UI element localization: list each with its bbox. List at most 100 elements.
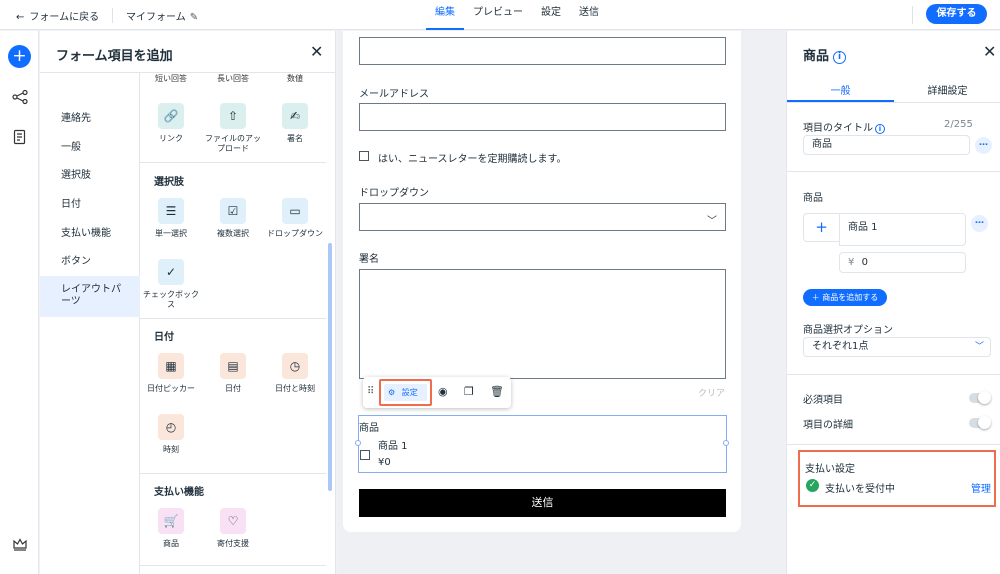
text-field[interactable] bbox=[359, 37, 726, 65]
category-payment[interactable]: 支払い機能 bbox=[40, 228, 140, 240]
more-actions-icon[interactable]: … bbox=[975, 137, 992, 154]
details-label: 項目の詳細 bbox=[803, 420, 853, 431]
divider bbox=[140, 565, 326, 566]
category-general[interactable]: 一般 bbox=[40, 142, 140, 154]
details-toggle[interactable] bbox=[969, 416, 991, 429]
category-date[interactable]: 日付 bbox=[40, 199, 140, 211]
info-icon[interactable]: i bbox=[833, 51, 847, 64]
tab-edit[interactable]: 編集 bbox=[426, 0, 464, 30]
clear-button[interactable]: クリア bbox=[698, 386, 725, 399]
eye-icon[interactable]: ◉ bbox=[438, 385, 448, 398]
item-single-choice[interactable]: ☰ 単一選択 bbox=[143, 198, 199, 239]
divider bbox=[787, 171, 1000, 172]
close-icon[interactable]: ✕ bbox=[310, 42, 323, 61]
duplicate-icon[interactable]: ❐ bbox=[464, 385, 474, 398]
selection-option-value: それぞれ1点 bbox=[812, 341, 869, 352]
field-title-input[interactable]: 商品 bbox=[803, 135, 970, 155]
dropdown-select[interactable]: ﹀ bbox=[359, 203, 726, 231]
item-checkbox[interactable]: ✓ チェックボックス bbox=[143, 259, 199, 310]
item-label: 署名 bbox=[287, 134, 303, 143]
item-product[interactable]: 🛒 商品 bbox=[143, 508, 199, 549]
form-canvas: メールアドレス はい、ニュースレターを定期購読します。 ドロップダウン ﹀ 署名… bbox=[337, 31, 785, 574]
form-list-icon[interactable] bbox=[11, 129, 28, 146]
item-label: 単一選択 bbox=[155, 229, 187, 238]
selection-option-select[interactable]: それぞれ1点 ﹀ bbox=[803, 337, 991, 357]
newsletter-checkbox[interactable] bbox=[359, 151, 369, 161]
item-multi-choice[interactable]: ☑ 複数選択 bbox=[205, 198, 261, 239]
category-button[interactable]: ボタン bbox=[40, 256, 140, 268]
email-field[interactable] bbox=[359, 103, 726, 131]
trash-icon[interactable]: 🗑 bbox=[490, 385, 504, 398]
single-choice-icon: ☰ bbox=[158, 198, 184, 224]
item-label: ドロップダウン bbox=[267, 229, 323, 238]
item-dropdown[interactable]: ▭ ドロップダウン bbox=[267, 198, 323, 239]
payment-settings-box: 支払い設定 ✓ 支払いを受付中 管理 bbox=[798, 450, 996, 507]
checkbox-icon: ✓ bbox=[158, 259, 184, 285]
form-name[interactable]: マイフォーム ✎ bbox=[126, 8, 198, 23]
save-button[interactable]: 保存する bbox=[926, 4, 987, 24]
calendar-icon: ▤ bbox=[220, 353, 246, 379]
settings-button[interactable]: ⚙ 設定 bbox=[384, 384, 427, 401]
add-fields-panel: フォーム項目を追加 ✕ 連絡先 一般 選択肢 日付 支払い機能 ボタン レイアウ… bbox=[40, 31, 336, 574]
resize-handle[interactable] bbox=[723, 440, 729, 446]
add-image-button[interactable]: + bbox=[803, 213, 840, 242]
more-actions-icon[interactable]: … bbox=[971, 215, 988, 232]
toggle-knob bbox=[978, 416, 991, 429]
share-icon[interactable] bbox=[11, 89, 28, 106]
item-time[interactable]: ◴ 時刻 bbox=[143, 414, 199, 455]
item-number[interactable]: 数値 bbox=[267, 73, 323, 84]
product-field-label: 商品 bbox=[359, 423, 379, 434]
add-field-button[interactable]: + bbox=[8, 45, 31, 68]
add-product-button[interactable]: ＋ 商品を追加する bbox=[803, 289, 887, 306]
item-date[interactable]: ▤ 日付 bbox=[205, 353, 261, 394]
scrollbar[interactable] bbox=[328, 243, 332, 491]
email-label: メールアドレス bbox=[359, 89, 429, 100]
info-icon[interactable]: i bbox=[875, 124, 885, 134]
tab-publish[interactable]: 送信 bbox=[570, 0, 608, 30]
divider bbox=[140, 473, 326, 474]
currency-symbol: ¥ bbox=[848, 257, 855, 268]
category-layout[interactable]: レイアウトパーツ bbox=[40, 276, 140, 317]
dropdown-label: ドロップダウン bbox=[359, 188, 429, 199]
required-toggle[interactable] bbox=[969, 391, 991, 404]
section-choice: 選択肢 bbox=[154, 177, 184, 188]
resize-handle[interactable] bbox=[355, 440, 361, 446]
product-name-input[interactable]: 商品 1 bbox=[839, 213, 966, 246]
signature-pad[interactable] bbox=[359, 269, 726, 379]
drag-handle-icon[interactable]: ⠿ bbox=[367, 386, 374, 397]
category-choice[interactable]: 選択肢 bbox=[40, 170, 140, 182]
tab-advanced[interactable]: 詳細設定 bbox=[894, 82, 1000, 102]
item-signature[interactable]: ✍ 署名 bbox=[267, 103, 323, 144]
item-long-answer[interactable]: 長い回答 bbox=[205, 73, 261, 84]
tab-general[interactable]: 一般 bbox=[787, 82, 894, 102]
product-field[interactable]: 商品 商品 1 ¥0 bbox=[355, 415, 729, 473]
item-file-upload[interactable]: ⇧ ファイルのアップロード bbox=[205, 103, 261, 154]
back-to-forms-button[interactable]: ← フォームに戻る bbox=[16, 8, 99, 23]
pencil-icon[interactable]: ✎ bbox=[190, 12, 198, 23]
payment-status: 支払いを受付中 bbox=[825, 484, 895, 495]
tab-settings[interactable]: 設定 bbox=[532, 0, 570, 30]
product-checkbox[interactable] bbox=[360, 450, 370, 460]
item-donation[interactable]: ♡ 寄付支援 bbox=[205, 508, 261, 549]
category-list: 連絡先 一般 選択肢 日付 支払い機能 ボタン レイアウトパーツ bbox=[40, 73, 140, 574]
manage-link[interactable]: 管理 bbox=[971, 480, 991, 495]
close-icon[interactable]: ✕ bbox=[983, 42, 996, 61]
upload-icon: ⇧ bbox=[220, 103, 246, 129]
item-date-picker[interactable]: ▦ 日付ピッカー bbox=[143, 353, 199, 394]
panel-title: フォーム項目を追加 bbox=[56, 49, 173, 64]
item-link[interactable]: 🔗 リンク bbox=[143, 103, 199, 144]
item-short-answer[interactable]: 短い回答 bbox=[143, 73, 199, 84]
tab-preview[interactable]: プレビュー bbox=[464, 0, 532, 30]
product-price-input[interactable]: ¥ 0 bbox=[839, 252, 966, 273]
item-date-time[interactable]: ◷ 日付と時刻 bbox=[267, 353, 323, 394]
donation-icon: ♡ bbox=[220, 508, 246, 534]
submit-button[interactable]: 送信 bbox=[359, 489, 726, 517]
gear-icon: ⚙ bbox=[388, 388, 396, 397]
required-label: 必須項目 bbox=[803, 395, 843, 406]
category-contact[interactable]: 連絡先 bbox=[40, 113, 140, 125]
field-items: 短い回答 長い回答 数値 🔗 リンク ⇧ ファイルのアップロード ✍ 署名 選択… bbox=[140, 73, 335, 574]
item-label: 日付ピッカー bbox=[147, 384, 195, 393]
crown-icon[interactable] bbox=[11, 536, 28, 553]
settings-highlight: ⚙ 設定 bbox=[379, 379, 432, 406]
price-value: 0 bbox=[861, 257, 868, 268]
